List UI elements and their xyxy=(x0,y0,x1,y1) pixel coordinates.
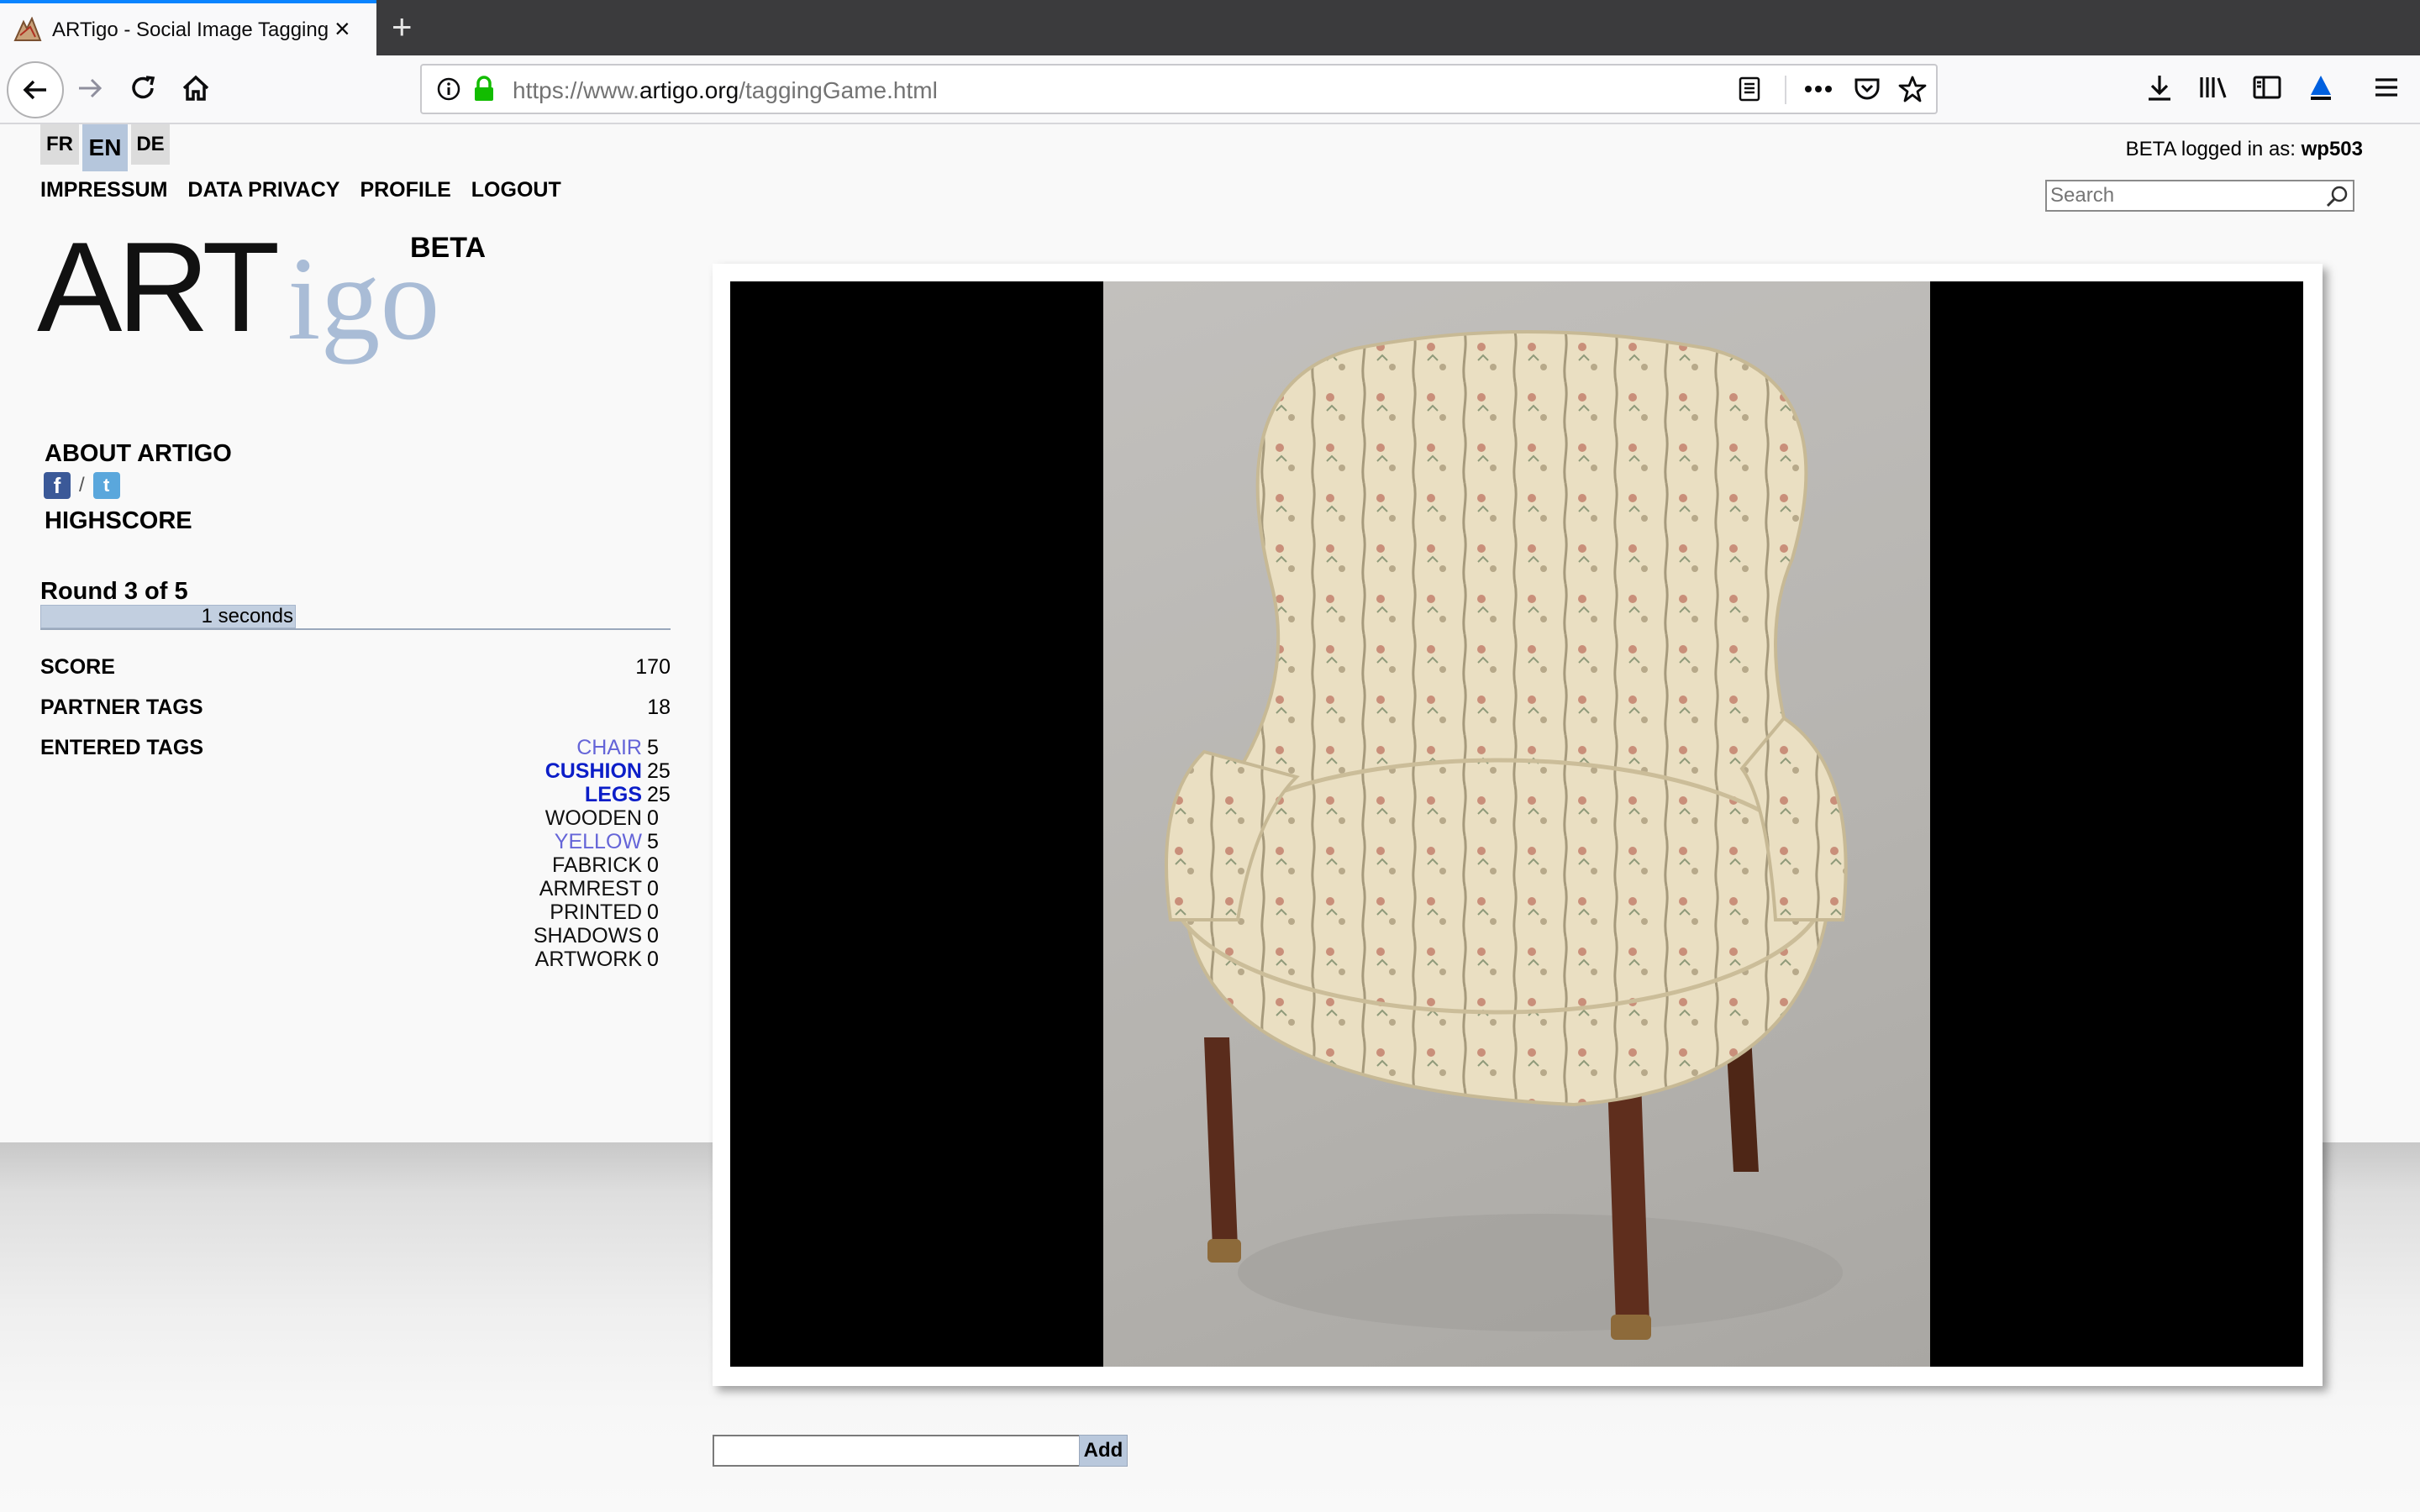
score-label: SCORE xyxy=(40,655,115,679)
score-value: 170 xyxy=(635,655,671,679)
twitter-icon[interactable]: t xyxy=(92,472,120,499)
partner-tags-value: 18 xyxy=(647,696,671,719)
add-tag-button[interactable]: Add xyxy=(1079,1435,1128,1467)
tag-score: 5 xyxy=(647,736,659,759)
tag-row: WOODEN 0 xyxy=(471,806,669,830)
partner-tags-label: PARTNER TAGS xyxy=(40,696,203,719)
back-arrow-icon[interactable] xyxy=(7,61,64,118)
login-prefix: BETA logged in as: xyxy=(2125,138,2302,160)
nav-data-privacy[interactable]: DATA PRIVACY xyxy=(187,178,339,202)
page-content: FR EN DE IMPRESSUM DATA PRIVACY PROFILE … xyxy=(0,124,2420,1512)
login-username: wp503 xyxy=(2301,138,2363,160)
search-input[interactable] xyxy=(2049,181,2321,210)
star-icon[interactable] xyxy=(1897,74,1928,104)
download-icon[interactable] xyxy=(2141,69,2178,106)
facebook-icon[interactable]: f xyxy=(44,472,71,499)
lang-fr[interactable]: FR xyxy=(40,124,79,165)
social-separator: / xyxy=(79,474,85,496)
tag-name: SHADOWS xyxy=(533,924,642,948)
hamburger-icon[interactable] xyxy=(2368,69,2405,106)
timer-bar: 1 seconds xyxy=(40,605,296,628)
more-icon[interactable] xyxy=(1803,74,1833,104)
url-prefix: https://www. xyxy=(513,77,639,103)
tag-name: WOODEN xyxy=(544,806,642,830)
tag-score: 25 xyxy=(647,783,671,806)
top-navigation: IMPRESSUM DATA PRIVACY PROFILE LOGOUT xyxy=(40,178,561,202)
round-indicator: Round 3 of 5 xyxy=(40,578,188,605)
tag-score: 0 xyxy=(647,877,659,900)
tag-score: 25 xyxy=(647,759,671,783)
new-tab-icon[interactable]: + xyxy=(392,7,413,47)
sidebar-icon[interactable] xyxy=(2249,69,2286,106)
tab-title: ARTigo - Social Image Tagging xyxy=(52,18,329,41)
about-artigo-link[interactable]: ABOUT ARTIGO xyxy=(45,440,232,468)
info-icon[interactable] xyxy=(434,74,464,104)
logo-beta: BETA xyxy=(410,232,487,264)
highscore-link[interactable]: HIGHSCORE xyxy=(45,507,192,535)
nav-logout[interactable]: LOGOUT xyxy=(471,178,561,202)
url-path: /taggingGame.html xyxy=(739,77,938,103)
lang-en[interactable]: EN xyxy=(82,124,128,171)
logo-art[interactable]: ART xyxy=(37,223,280,351)
navigation-toolbar: https://www.artigo.org/taggingGame.html xyxy=(0,55,2420,124)
reader-view-icon[interactable] xyxy=(1734,74,1765,104)
tag-name: FABRICK xyxy=(552,853,642,877)
reload-icon[interactable] xyxy=(119,64,168,113)
entered-tags-list: CHAIR 5 CUSHION 25 LEGS 25 WOODEN 0 YELLOW 5 FABRI… xyxy=(471,736,671,971)
tag-input[interactable] xyxy=(713,1435,1079,1467)
social-links: f / t xyxy=(44,472,120,499)
tag-name: ARTWORK xyxy=(534,948,642,971)
tag-score: 0 xyxy=(647,806,659,830)
tag-row: LEGS 25 xyxy=(471,783,671,806)
search-box xyxy=(2045,180,2354,212)
tag-row: PRINTED 0 xyxy=(471,900,669,924)
extension-icon[interactable] xyxy=(2302,69,2339,106)
artigo-favicon-icon xyxy=(13,17,42,41)
search-icon[interactable] xyxy=(2324,184,2349,209)
tag-score: 0 xyxy=(647,853,659,877)
login-info: BETA logged in as: wp503 xyxy=(2126,138,2363,161)
forward-arrow-icon[interactable] xyxy=(66,64,114,113)
tag-name: CUSHION xyxy=(544,759,642,783)
tag-score: 0 xyxy=(647,900,659,924)
artwork-image xyxy=(1103,281,1930,1367)
tag-row: ARMREST 0 xyxy=(471,877,669,900)
tag-name: PRINTED xyxy=(550,900,642,924)
tag-row: FABRICK 0 xyxy=(471,853,669,877)
entered-tags-label: ENTERED TAGS xyxy=(40,736,203,759)
tag-name: ARMREST xyxy=(539,877,642,900)
tag-name: CHAIR xyxy=(576,736,642,759)
timer-divider xyxy=(40,628,671,630)
browser-tab[interactable]: ARTigo - Social Image Tagging × xyxy=(0,0,376,55)
nav-profile[interactable]: PROFILE xyxy=(360,178,450,202)
library-icon[interactable] xyxy=(2195,69,2232,106)
tag-name: LEGS xyxy=(584,783,642,806)
tag-row: CUSHION 25 xyxy=(471,759,671,783)
tag-score: 0 xyxy=(647,948,659,971)
artwork-frame xyxy=(713,264,2323,1386)
lock-icon[interactable] xyxy=(469,74,499,104)
pocket-icon[interactable] xyxy=(1852,74,1882,104)
url-separator xyxy=(1785,76,1786,104)
tab-strip: ARTigo - Social Image Tagging × + xyxy=(0,0,2420,55)
tag-score: 0 xyxy=(647,924,659,948)
home-icon[interactable] xyxy=(171,64,220,113)
tag-row: YELLOW 5 xyxy=(471,830,669,853)
nav-impressum[interactable]: IMPRESSUM xyxy=(40,178,167,202)
tab-close-icon[interactable]: × xyxy=(334,13,350,44)
tag-name: YELLOW xyxy=(554,830,642,853)
address-bar[interactable]: https://www.artigo.org/taggingGame.html xyxy=(420,64,1938,114)
tag-row: ARTWORK 0 xyxy=(471,948,669,971)
tag-row: SHADOWS 0 xyxy=(471,924,669,948)
tag-score: 5 xyxy=(647,830,659,853)
url-domain: artigo.org xyxy=(639,77,739,103)
lang-de[interactable]: DE xyxy=(131,124,170,165)
url-text[interactable]: https://www.artigo.org/taggingGame.html xyxy=(513,77,938,104)
tag-row: CHAIR 5 xyxy=(471,736,669,759)
